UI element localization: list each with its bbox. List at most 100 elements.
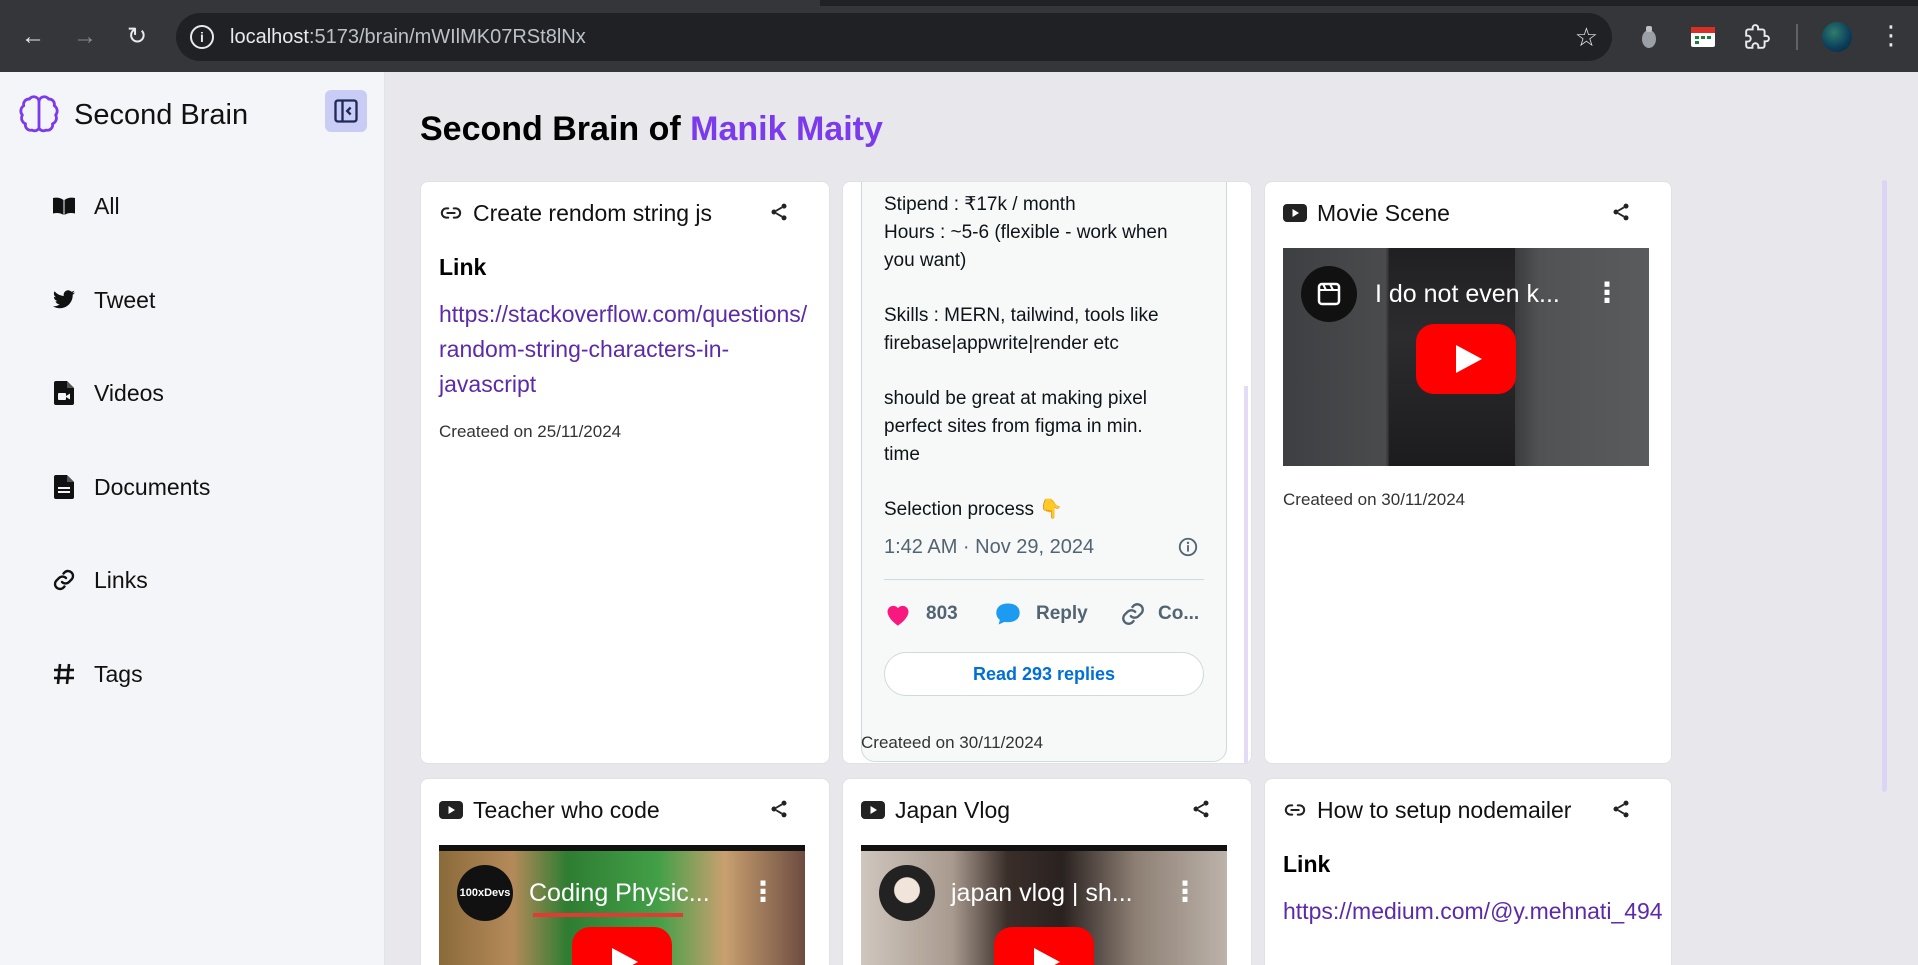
tweet-timestamp[interactable]: 1:42 AM · Nov 29, 2024 xyxy=(884,536,1094,559)
tweet-text-line: firebase|appwrite|render etc xyxy=(884,333,1119,354)
browser-menu-icon[interactable]: ⋮ xyxy=(1878,20,1904,51)
heart-icon xyxy=(887,605,909,626)
video-title[interactable]: Coding Physic... xyxy=(529,879,710,908)
card-title: Create rendom string js xyxy=(473,199,713,226)
link-url-line[interactable]: random-string-characters-in- xyxy=(439,332,807,367)
youtube-icon xyxy=(861,798,885,822)
site-info-icon[interactable]: i xyxy=(190,25,214,49)
link-heading: Link xyxy=(1283,851,1331,877)
link-url-line[interactable]: https://stackoverflow.com/questions/ xyxy=(439,297,807,332)
collapse-sidebar-button[interactable] xyxy=(325,90,367,132)
brand[interactable]: Second Brain xyxy=(18,94,248,136)
created-date: Createed on 30/11/2024 xyxy=(861,733,1044,752)
video-more-icon[interactable]: ⋮ xyxy=(1171,875,1199,908)
channel-logo[interactable]: 100xDevs xyxy=(457,865,513,921)
video-file-icon xyxy=(50,379,78,407)
browser-toolbar: ← → ↻ i localhost:5173/brain/mWIlMK07RSt… xyxy=(0,0,1918,72)
read-replies-button[interactable]: Read 293 replies xyxy=(884,652,1204,696)
link-icon xyxy=(50,566,78,594)
profile-avatar[interactable] xyxy=(1822,22,1852,52)
reload-icon[interactable]: ↻ xyxy=(122,22,152,52)
card-header: Create rendom string js xyxy=(439,196,811,230)
sidebar-item-documents[interactable]: Documents xyxy=(50,467,210,507)
sidebar-item-tags[interactable]: Tags xyxy=(50,654,143,694)
share-icon[interactable] xyxy=(769,202,791,224)
card-header: Japan Vlog xyxy=(861,793,1233,827)
page-title: Second Brain of Manik Maity xyxy=(420,110,883,149)
tweet-text-line: perfect sites from figma in min. xyxy=(884,416,1143,437)
card-title: Japan Vlog xyxy=(895,796,1011,823)
play-button[interactable] xyxy=(994,927,1094,965)
sidebar-item-label: All xyxy=(94,192,120,219)
forward-icon[interactable]: → xyxy=(70,22,100,52)
address-bar[interactable]: i localhost:5173/brain/mWIlMK07RSt8lNx ☆ xyxy=(176,13,1612,61)
calendar-extension-icon[interactable] xyxy=(1690,24,1716,54)
document-icon xyxy=(50,473,78,501)
sidebar-item-links[interactable]: Links xyxy=(50,560,148,600)
embedded-tweet[interactable]: Stipend : ₹17k / month Hours : ~5-6 (fle… xyxy=(861,182,1227,762)
video-more-icon[interactable]: ⋮ xyxy=(749,875,777,908)
bookmark-star-icon[interactable]: ☆ xyxy=(1575,22,1598,53)
video-embed[interactable]: I do not even k... ⋮ xyxy=(1283,248,1649,466)
card-scrollbar[interactable] xyxy=(1244,386,1248,764)
link-url[interactable]: https://stackoverflow.com/questions/ ran… xyxy=(439,297,807,402)
active-tab-edge xyxy=(0,0,820,6)
hash-icon xyxy=(50,660,78,688)
like-count: 803 xyxy=(926,603,958,624)
tab-strip xyxy=(0,0,1918,6)
link-url[interactable]: https://medium.com/@y.mehnati_494 xyxy=(1283,894,1663,929)
owner-name: Manik Maity xyxy=(690,110,883,148)
tweet-info-icon[interactable] xyxy=(1177,536,1199,563)
url-text[interactable]: localhost:5173/brain/mWIlMK07RSt8lNx xyxy=(230,26,586,49)
like-button[interactable]: 803 xyxy=(884,601,958,627)
back-icon[interactable]: ← xyxy=(18,22,48,52)
book-icon xyxy=(50,192,78,220)
reply-button[interactable]: Reply xyxy=(994,601,1088,627)
sidebar: Second Brain All Tweet Videos Documents … xyxy=(0,72,385,965)
panel-left-icon xyxy=(334,99,358,123)
card-title: Teacher who code xyxy=(473,796,660,823)
tweet-text-line: time xyxy=(884,444,920,465)
share-icon[interactable] xyxy=(769,799,791,821)
card-title: Movie Scene xyxy=(1317,199,1450,226)
page-title-prefix: Second Brain of xyxy=(420,110,681,148)
video-embed[interactable]: japan vlog | sh... ⋮ xyxy=(861,845,1227,965)
page-scrollbar[interactable] xyxy=(1882,180,1887,792)
tweet-text-line: you want) xyxy=(884,250,967,271)
tweet-text-line: Selection process 👇 xyxy=(884,499,1063,520)
url-host: localhost xyxy=(230,26,309,48)
sidebar-item-all[interactable]: All xyxy=(50,186,120,226)
strike-line xyxy=(533,913,683,917)
sidebar-item-videos[interactable]: Videos xyxy=(50,373,164,413)
sidebar-item-label: Links xyxy=(94,566,148,593)
video-title[interactable]: I do not even k... xyxy=(1375,280,1560,309)
channel-logo[interactable] xyxy=(879,865,935,921)
channel-logo[interactable] xyxy=(1301,266,1357,322)
play-button[interactable] xyxy=(1416,324,1516,394)
content-card: Japan Vlog japan vlog | sh... ⋮ xyxy=(842,778,1252,965)
video-embed[interactable]: 100xDevs Coding Physic... ⋮ xyxy=(439,845,805,965)
extension-icon[interactable] xyxy=(1640,24,1658,56)
card-header: Movie Scene xyxy=(1283,196,1653,230)
sidebar-item-tweet[interactable]: Tweet xyxy=(50,280,155,320)
tweet-divider xyxy=(884,579,1204,580)
link-icon xyxy=(1122,603,1144,625)
link-icon xyxy=(1283,798,1307,822)
link-url-line[interactable]: javascript xyxy=(439,367,807,402)
share-icon[interactable] xyxy=(1191,799,1213,821)
video-more-icon[interactable]: ⋮ xyxy=(1593,276,1621,309)
brain-icon xyxy=(19,95,59,133)
card-title: How to setup nodemailer xyxy=(1317,796,1572,823)
sidebar-item-label: Documents xyxy=(94,473,211,500)
content-card: How to setup nodemailer Link https://med… xyxy=(1264,778,1672,965)
video-title[interactable]: japan vlog | sh... xyxy=(951,879,1133,908)
twitter-icon xyxy=(50,286,78,314)
copy-link-button[interactable]: Co... xyxy=(1120,601,1199,627)
share-icon[interactable] xyxy=(1611,202,1633,224)
toolbar-divider xyxy=(1796,24,1798,50)
link-icon xyxy=(439,201,463,225)
content-card: Stipend : ₹17k / month Hours : ~5-6 (fle… xyxy=(842,181,1252,764)
play-button[interactable] xyxy=(572,927,672,965)
share-icon[interactable] xyxy=(1611,799,1633,821)
puzzle-extensions-icon[interactable] xyxy=(1744,24,1770,56)
